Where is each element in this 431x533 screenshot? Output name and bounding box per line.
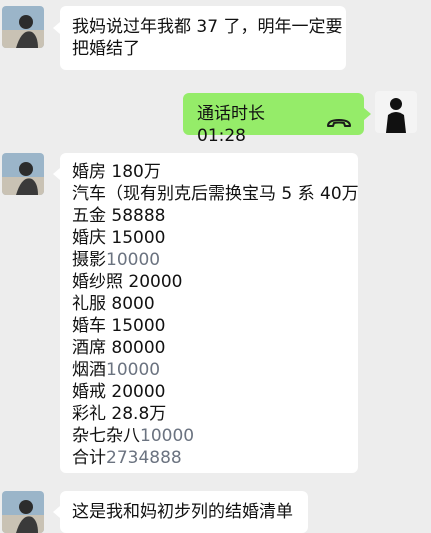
phone-hangup-icon	[326, 114, 352, 136]
bubble-tail	[53, 22, 60, 34]
contact-avatar[interactable]	[2, 6, 44, 48]
list-item-attire: 礼服 8000	[72, 294, 155, 314]
list-item-car: 汽车（现有别克后需换宝马 5 系 40万	[72, 184, 359, 204]
message-text: 把婚结了	[72, 39, 140, 59]
self-avatar-image	[375, 91, 417, 133]
message-text: 我妈说过年我都 37 了，明年一定要	[72, 17, 343, 37]
contact-avatar-image	[2, 153, 44, 195]
list-item-wedding-photos: 婚纱照 20000	[72, 272, 183, 292]
message-bubble[interactable]: 我妈说过年我都 37 了，明年一定要 把婚结了	[60, 6, 346, 70]
list-item-house: 婚房 180万	[72, 162, 161, 182]
contact-avatar-image	[2, 491, 44, 533]
list-item-photography: 摄影10000	[72, 250, 161, 270]
list-item-gold: 五金 58888	[72, 206, 166, 226]
list-item-misc: 杂七杂八10000	[72, 426, 195, 446]
bubble-tail	[53, 168, 60, 180]
bubble-tail	[364, 108, 371, 120]
list-item-bride-price: 彩礼 28.8万	[72, 404, 167, 424]
contact-avatar-image	[2, 6, 44, 48]
wedding-list-bubble[interactable]: 婚房 180万 汽车（现有别克后需换宝马 5 系 40万 五金 58888 婚庆…	[60, 153, 359, 473]
contact-avatar[interactable]	[2, 491, 44, 533]
list-item-ceremony: 婚庆 15000	[72, 228, 166, 248]
list-item-rings: 婚戒 20000	[72, 382, 166, 402]
list-item-banquet: 酒席 80000	[72, 338, 166, 358]
list-item-wedding-car: 婚车 15000	[72, 316, 166, 336]
self-avatar[interactable]	[375, 91, 417, 133]
call-duration-label: 通话时长 01:28	[197, 104, 265, 146]
message-text: 这是我和妈初步列的结婚清单	[72, 502, 293, 522]
message-bubble[interactable]: 这是我和妈初步列的结婚清单	[60, 491, 308, 533]
list-item-total: 合计2734888	[72, 448, 182, 468]
list-item-tobacco-liquor: 烟酒10000	[72, 360, 161, 380]
bubble-tail	[53, 506, 60, 518]
call-record-bubble[interactable]: 通话时长 01:28	[183, 93, 364, 146]
contact-avatar[interactable]	[2, 153, 44, 195]
